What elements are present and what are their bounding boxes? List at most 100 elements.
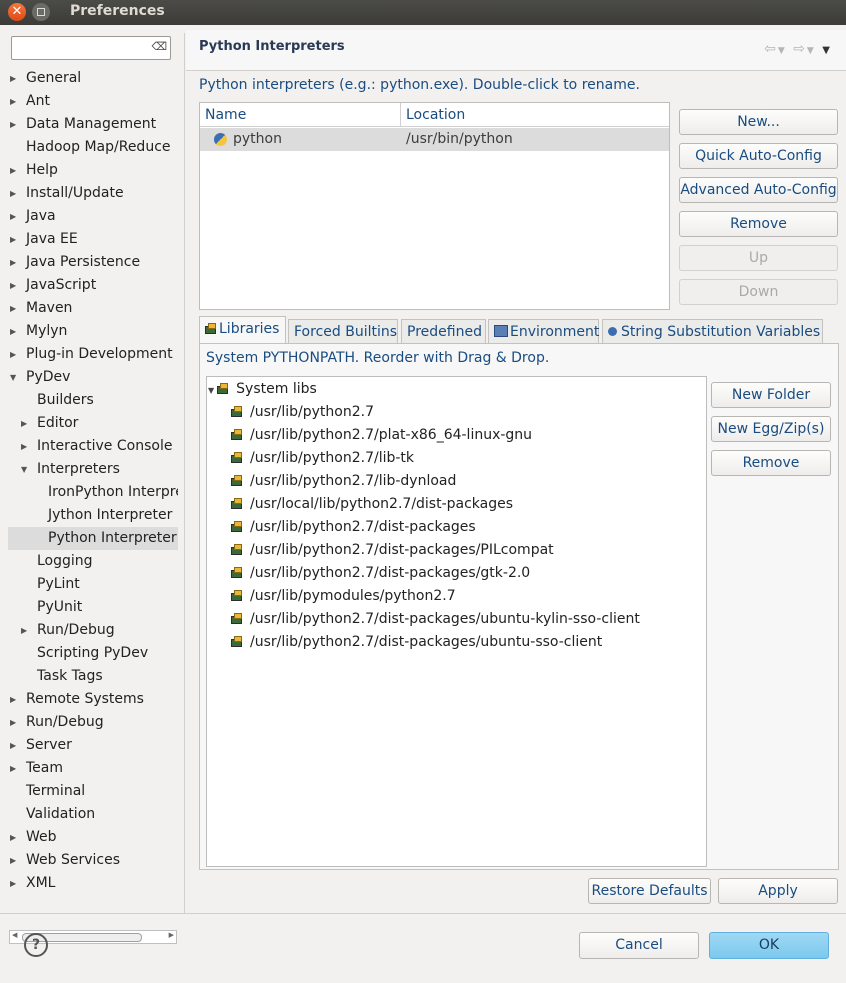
- tree-item[interactable]: IronPython Interpreter: [8, 481, 178, 504]
- apply-button[interactable]: Apply: [718, 878, 838, 904]
- tree-item[interactable]: Logging: [8, 550, 178, 573]
- expand-right-icon[interactable]: ▶: [10, 182, 16, 205]
- expand-right-icon[interactable]: ▶: [10, 228, 16, 251]
- scroll-right-icon[interactable]: ▶: [169, 931, 174, 939]
- back-icon[interactable]: ⇦: [764, 41, 778, 57]
- help-icon[interactable]: ?: [24, 933, 48, 957]
- expand-right-icon[interactable]: ▶: [21, 412, 27, 435]
- expand-right-icon[interactable]: ▶: [10, 251, 16, 274]
- expand-right-icon[interactable]: ▶: [10, 826, 16, 849]
- library-path-item[interactable]: /usr/lib/python2.7: [231, 401, 374, 424]
- advanced-auto-config-button[interactable]: Advanced Auto-Config: [679, 177, 838, 203]
- expand-right-icon[interactable]: ▶: [10, 297, 16, 320]
- expand-right-icon[interactable]: ▶: [10, 113, 16, 136]
- filter-field[interactable]: ⌫: [11, 36, 171, 60]
- scroll-left-icon[interactable]: ◀: [12, 931, 17, 939]
- expand-right-icon[interactable]: ▶: [10, 734, 16, 757]
- clear-filter-icon[interactable]: ⌫: [151, 40, 167, 53]
- tree-item[interactable]: ▶ Server: [8, 734, 178, 757]
- tree-item[interactable]: ▶ Editor: [8, 412, 178, 435]
- library-path-item[interactable]: /usr/lib/python2.7/dist-packages/ubuntu-…: [231, 631, 602, 654]
- forward-icon[interactable]: ⇨: [793, 41, 807, 57]
- table-row[interactable]: python /usr/bin/python: [200, 128, 669, 151]
- library-path-item[interactable]: /usr/local/lib/python2.7/dist-packages: [231, 493, 513, 516]
- column-header-name[interactable]: Name: [200, 103, 401, 127]
- tree-item[interactable]: ▶ Web Services: [8, 849, 178, 872]
- tree-item[interactable]: ▶ Interactive Console: [8, 435, 178, 458]
- tree-item[interactable]: PyUnit: [8, 596, 178, 619]
- library-path-item[interactable]: /usr/lib/pymodules/python2.7: [231, 585, 456, 608]
- view-menu-icon[interactable]: ▼: [822, 45, 832, 56]
- remove-library-button[interactable]: Remove: [711, 450, 831, 476]
- expand-down-icon[interactable]: ▼: [10, 366, 16, 389]
- tree-item[interactable]: ▶ Mylyn: [8, 320, 178, 343]
- tree-item[interactable]: ▶ JavaScript: [8, 274, 178, 297]
- tree-item[interactable]: ▶ Java: [8, 205, 178, 228]
- tab-libraries[interactable]: Libraries: [199, 316, 286, 344]
- library-path-item[interactable]: /usr/lib/python2.7/dist-packages: [231, 516, 476, 539]
- expand-right-icon[interactable]: ▶: [10, 274, 16, 297]
- new-folder-button[interactable]: New Folder: [711, 382, 831, 408]
- tree-item[interactable]: ▶ Run/Debug: [8, 619, 178, 642]
- expand-right-icon[interactable]: ▶: [10, 159, 16, 182]
- tree-item[interactable]: ▶ Run/Debug: [8, 711, 178, 734]
- expand-right-icon[interactable]: ▶: [10, 320, 16, 343]
- tree-item[interactable]: ▶ Help: [8, 159, 178, 182]
- tab-predefined[interactable]: Predefined: [401, 319, 486, 343]
- back-menu-icon[interactable]: ▼: [778, 46, 787, 56]
- tree-item[interactable]: Validation: [8, 803, 178, 826]
- expand-right-icon[interactable]: ▶: [10, 688, 16, 711]
- expand-right-icon[interactable]: ▶: [21, 435, 27, 458]
- new-interpreter-button[interactable]: New...: [679, 109, 838, 135]
- move-up-button[interactable]: Up: [679, 245, 838, 271]
- expand-right-icon[interactable]: ▶: [10, 757, 16, 780]
- tree-item[interactable]: Jython Interpreter: [8, 504, 178, 527]
- system-libs-node[interactable]: ▼ System libs: [208, 378, 317, 401]
- expand-right-icon[interactable]: ▶: [21, 619, 27, 642]
- tree-item[interactable]: ▼ PyDev: [8, 366, 178, 389]
- expand-down-icon[interactable]: ▼: [208, 386, 214, 395]
- new-egg-zip-button[interactable]: New Egg/Zip(s): [711, 416, 831, 442]
- expand-right-icon[interactable]: ▶: [10, 205, 16, 228]
- tree-item[interactable]: ▶ Remote Systems: [8, 688, 178, 711]
- tree-item[interactable]: Terminal: [8, 780, 178, 803]
- tree-item[interactable]: ▶ Team: [8, 757, 178, 780]
- library-path-item[interactable]: /usr/lib/python2.7/plat-x86_64-linux-gnu: [231, 424, 532, 447]
- library-path-item[interactable]: /usr/lib/python2.7/lib-tk: [231, 447, 414, 470]
- tree-item[interactable]: PyLint: [8, 573, 178, 596]
- tree-item[interactable]: ▶ Plug-in Development: [8, 343, 178, 366]
- tree-item[interactable]: ▶ XML: [8, 872, 178, 895]
- tab-environment[interactable]: Environment: [488, 319, 599, 343]
- panel-divider[interactable]: [184, 33, 185, 913]
- tree-item[interactable]: ▶ Ant: [8, 90, 178, 113]
- expand-right-icon[interactable]: ▶: [10, 90, 16, 113]
- expand-right-icon[interactable]: ▶: [10, 67, 16, 90]
- remove-interpreter-button[interactable]: Remove: [679, 211, 838, 237]
- forward-menu-icon[interactable]: ▼: [807, 46, 816, 56]
- maximize-window-icon[interactable]: [32, 3, 50, 21]
- tab-forced-builtins[interactable]: Forced Builtins: [288, 319, 398, 343]
- tree-item[interactable]: ▶ Web: [8, 826, 178, 849]
- expand-right-icon[interactable]: ▶: [10, 872, 16, 895]
- library-path-item[interactable]: /usr/lib/python2.7/lib-dynload: [231, 470, 456, 493]
- tree-item[interactable]: Hadoop Map/Reduce: [8, 136, 178, 159]
- library-path-item[interactable]: /usr/lib/python2.7/dist-packages/gtk-2.0: [231, 562, 530, 585]
- cancel-button[interactable]: Cancel: [579, 932, 699, 959]
- tree-item[interactable]: ▶ Data Management: [8, 113, 178, 136]
- tree-item[interactable]: Scripting PyDev: [8, 642, 178, 665]
- expand-right-icon[interactable]: ▶: [10, 343, 16, 366]
- ok-button[interactable]: OK: [709, 932, 829, 959]
- tree-item[interactable]: Builders: [8, 389, 178, 412]
- move-down-button[interactable]: Down: [679, 279, 838, 305]
- tree-item[interactable]: ▶ Maven: [8, 297, 178, 320]
- tab-string-substitution[interactable]: String Substitution Variables: [602, 319, 823, 343]
- tree-item[interactable]: ▶ Java Persistence: [8, 251, 178, 274]
- close-window-icon[interactable]: ✕: [8, 3, 26, 21]
- expand-down-icon[interactable]: ▼: [21, 458, 27, 481]
- restore-defaults-button[interactable]: Restore Defaults: [588, 878, 711, 904]
- tree-item[interactable]: ▶ Install/Update: [8, 182, 178, 205]
- column-header-location[interactable]: Location: [401, 103, 669, 127]
- tree-item[interactable]: Task Tags: [8, 665, 178, 688]
- library-path-item[interactable]: /usr/lib/python2.7/dist-packages/ubuntu-…: [231, 608, 640, 631]
- quick-auto-config-button[interactable]: Quick Auto-Config: [679, 143, 838, 169]
